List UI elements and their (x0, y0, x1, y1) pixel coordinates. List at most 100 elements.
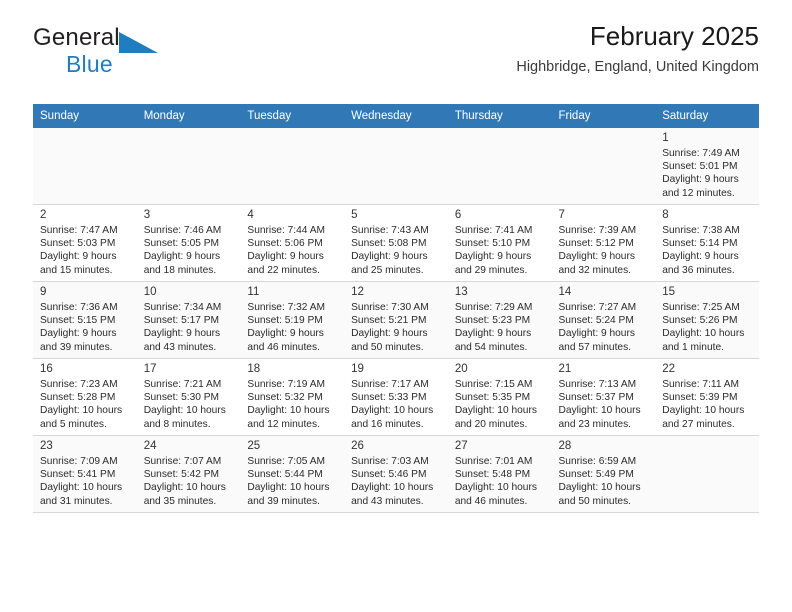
calendar-day-cell[interactable]: 24 Sunrise: 7:07 AM Sunset: 5:42 PM Dayligh… (136, 435, 241, 513)
day-number: 18 (247, 363, 261, 375)
calendar-week-row: 1 Sunrise: 7:49 AM Sunset: 5:01 PM Daylight… (33, 127, 759, 205)
sunset-text: Sunset: 5:28 PM (40, 392, 116, 404)
sunset-text: Sunset: 5:41 PM (40, 469, 116, 481)
sunrise-text: Sunrise: 7:17 AM (351, 379, 429, 390)
weekday-header-sunday: Sunday (33, 104, 137, 128)
calendar-day-cell[interactable]: 1 Sunrise: 7:49 AM Sunset: 5:01 PM Daylight… (655, 127, 759, 205)
day-number: 21 (558, 363, 572, 375)
calendar-day-cell[interactable]: 18 Sunrise: 7:19 AM Sunset: 5:32 PM Dayligh… (240, 358, 345, 436)
daylight-text-line1: Daylight: 10 hours (143, 405, 226, 417)
daylight-text-line1: Daylight: 9 hours (662, 251, 739, 263)
sunset-text: Sunset: 5:01 PM (662, 161, 738, 173)
calendar-week-row: 16 Sunrise: 7:23 AM Sunset: 5:28 PM Dayligh… (33, 358, 759, 436)
calendar-day-cell[interactable]: 13 Sunrise: 7:29 AM Sunset: 5:23 PM Dayligh… (447, 281, 552, 359)
daylight-text-line2: and 18 minutes. (143, 264, 217, 276)
calendar-day-cell[interactable]: 14 Sunrise: 7:27 AM Sunset: 5:24 PM Dayligh… (551, 281, 656, 359)
sunset-text: Sunset: 5:48 PM (454, 469, 531, 481)
sunset-text: Sunset: 5:42 PM (143, 469, 220, 481)
calendar-day-cell[interactable]: 27 Sunrise: 7:01 AM Sunset: 5:48 PM Dayligh… (447, 435, 552, 513)
weekday-header-wednesday: Wednesday (344, 104, 448, 128)
day-sun-info: Sunrise: 7:21 AM Sunset: 5:30 PM Daylight:… (144, 378, 234, 431)
calendar-day-cell[interactable]: 19 Sunrise: 7:17 AM Sunset: 5:33 PM Dayligh… (344, 358, 448, 436)
day-number: 25 (247, 440, 261, 452)
daylight-text-line1: Daylight: 10 hours (351, 482, 434, 494)
calendar-day-cell[interactable]: 12 Sunrise: 7:30 AM Sunset: 5:21 PM Dayligh… (344, 281, 448, 359)
calendar-day-cell[interactable]: 28 Sunrise: 6:59 AM Sunset: 5:49 PM Dayligh… (551, 435, 656, 513)
day-cell-content: 5 Sunrise: 7:43 AM Sunset: 5:08 PM Daylight… (344, 205, 448, 277)
day-cell-content: 22 Sunrise: 7:11 AM Sunset: 5:39 PM Dayligh… (655, 359, 759, 431)
calendar-day-cell[interactable]: 22 Sunrise: 7:11 AM Sunset: 5:39 PM Dayligh… (655, 358, 759, 436)
sunset-text: Sunset: 5:46 PM (351, 469, 427, 481)
daylight-text-line1: Daylight: 9 hours (40, 328, 117, 340)
sunrise-text: Sunrise: 7:44 AM (247, 225, 325, 236)
brand-logo[interactable]: General Blue (33, 26, 263, 78)
sunset-text: Sunset: 5:21 PM (351, 315, 427, 327)
page-header: General Blue February 2025 Highbridge, E… (33, 0, 759, 75)
calendar-day-cell[interactable]: 9 Sunrise: 7:36 AM Sunset: 5:15 PM Daylight… (33, 281, 137, 359)
calendar-day-cell[interactable]: 11 Sunrise: 7:32 AM Sunset: 5:19 PM Dayligh… (240, 281, 345, 359)
calendar-day-cell[interactable]: 21 Sunrise: 7:13 AM Sunset: 5:37 PM Dayligh… (551, 358, 656, 436)
daylight-text-line2: and 39 minutes. (247, 495, 320, 507)
sunrise-text: Sunrise: 7:43 AM (351, 225, 429, 236)
calendar-day-cell[interactable]: 15 Sunrise: 7:25 AM Sunset: 5:26 PM Dayligh… (655, 281, 759, 359)
daylight-text-line2: and 43 minutes. (351, 495, 424, 507)
daylight-text-line1: Daylight: 9 hours (40, 251, 117, 263)
day-cell-content: 18 Sunrise: 7:19 AM Sunset: 5:32 PM Dayligh… (240, 359, 344, 431)
title-block: February 2025 Highbridge, England, Unite… (516, 21, 759, 75)
sunrise-text: Sunrise: 7:05 AM (247, 456, 325, 467)
daylight-text-line1: Daylight: 10 hours (454, 482, 537, 494)
calendar-day-cell[interactable]: 16 Sunrise: 7:23 AM Sunset: 5:28 PM Dayligh… (33, 358, 137, 436)
calendar-day-cell[interactable]: 25 Sunrise: 7:05 AM Sunset: 5:44 PM Dayligh… (240, 435, 345, 513)
day-cell-content: 19 Sunrise: 7:17 AM Sunset: 5:33 PM Dayligh… (344, 359, 448, 431)
calendar-day-cell[interactable]: 5 Sunrise: 7:43 AM Sunset: 5:08 PM Daylight… (344, 204, 448, 282)
day-sun-info: Sunrise: 7:47 AM Sunset: 5:03 PM Daylight:… (40, 224, 130, 277)
sunset-text: Sunset: 5:30 PM (143, 392, 220, 404)
sunrise-text: Sunrise: 7:30 AM (351, 302, 429, 313)
calendar-day-cell[interactable]: 26 Sunrise: 7:03 AM Sunset: 5:46 PM Dayligh… (344, 435, 448, 513)
daylight-text-line1: Daylight: 9 hours (454, 328, 532, 340)
calendar-day-cell[interactable]: 2 Sunrise: 7:47 AM Sunset: 5:03 PM Daylight… (33, 204, 137, 282)
triangle-flag-icon (118, 31, 160, 59)
daylight-text-line2: and 39 minutes. (40, 341, 113, 353)
daylight-text-line1: Daylight: 9 hours (351, 251, 428, 263)
day-cell-content: 4 Sunrise: 7:44 AM Sunset: 5:06 PM Daylight… (240, 205, 344, 277)
page-title: February 2025 (589, 21, 759, 51)
calendar-day-cell[interactable]: 20 Sunrise: 7:15 AM Sunset: 5:35 PM Dayligh… (447, 358, 552, 436)
day-sun-info: Sunrise: 7:43 AM Sunset: 5:08 PM Daylight:… (351, 224, 441, 277)
daylight-text-line2: and 54 minutes. (454, 341, 528, 353)
calendar-day-cell[interactable]: 23 Sunrise: 7:09 AM Sunset: 5:41 PM Dayligh… (33, 435, 137, 513)
calendar-day-cell[interactable]: 4 Sunrise: 7:44 AM Sunset: 5:06 PM Daylight… (240, 204, 345, 282)
sunrise-text: Sunrise: 7:47 AM (40, 225, 118, 236)
calendar-day-cell[interactable]: 3 Sunrise: 7:46 AM Sunset: 5:05 PM Daylight… (136, 204, 241, 282)
calendar-day-cell[interactable]: 6 Sunrise: 7:41 AM Sunset: 5:10 PM Daylight… (447, 204, 552, 282)
day-number: 22 (662, 363, 676, 375)
daylight-text-line1: Daylight: 9 hours (558, 328, 635, 340)
day-sun-info: Sunrise: 7:41 AM Sunset: 5:10 PM Daylight:… (455, 224, 545, 277)
day-cell-content: 12 Sunrise: 7:30 AM Sunset: 5:21 PM Dayligh… (344, 282, 448, 354)
day-number: 4 (247, 209, 254, 221)
daylight-text-line2: and 46 minutes. (247, 341, 320, 353)
daylight-text-line1: Daylight: 10 hours (558, 405, 641, 417)
day-sun-info: Sunrise: 7:23 AM Sunset: 5:28 PM Daylight:… (40, 378, 130, 431)
day-sun-info: Sunrise: 7:32 AM Sunset: 5:19 PM Daylight:… (247, 301, 337, 354)
calendar-day-cell[interactable]: 7 Sunrise: 7:39 AM Sunset: 5:12 PM Daylight… (551, 204, 656, 282)
calendar-body: 1 Sunrise: 7:49 AM Sunset: 5:01 PM Daylight… (33, 127, 759, 513)
sunrise-text: Sunrise: 7:25 AM (662, 302, 740, 313)
calendar-day-cell[interactable]: 10 Sunrise: 7:34 AM Sunset: 5:17 PM Dayligh… (136, 281, 241, 359)
daylight-text-line2: and 5 minutes. (40, 418, 107, 430)
calendar-day-cell[interactable]: 8 Sunrise: 7:38 AM Sunset: 5:14 PM Daylight… (655, 204, 759, 282)
day-cell-content: 20 Sunrise: 7:15 AM Sunset: 5:35 PM Dayligh… (448, 359, 552, 431)
sunset-text: Sunset: 5:06 PM (247, 238, 323, 250)
day-sun-info: Sunrise: 7:30 AM Sunset: 5:21 PM Daylight:… (351, 301, 441, 354)
daylight-text-line1: Daylight: 10 hours (247, 482, 330, 494)
day-number: 5 (351, 209, 358, 221)
day-cell-content: 3 Sunrise: 7:46 AM Sunset: 5:05 PM Daylight… (137, 205, 241, 277)
day-sun-info: Sunrise: 7:01 AM Sunset: 5:48 PM Daylight:… (455, 455, 545, 508)
sunrise-text: Sunrise: 7:49 AM (662, 148, 740, 159)
day-number: 23 (40, 440, 53, 452)
sunrise-text: Sunrise: 7:07 AM (143, 456, 222, 467)
daylight-text-line2: and 20 minutes. (454, 418, 528, 430)
day-number: 19 (351, 363, 364, 375)
sunset-text: Sunset: 5:03 PM (40, 238, 116, 250)
calendar-day-cell[interactable]: 17 Sunrise: 7:21 AM Sunset: 5:30 PM Dayligh… (136, 358, 241, 436)
